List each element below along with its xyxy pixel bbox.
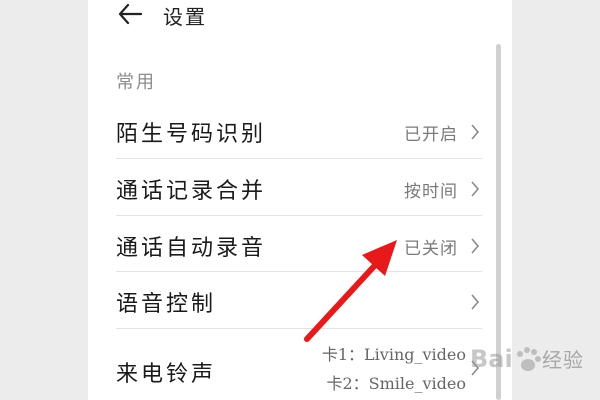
watermark-text: 经验 bbox=[542, 348, 584, 372]
svg-text:Bai: Bai bbox=[470, 345, 513, 373]
